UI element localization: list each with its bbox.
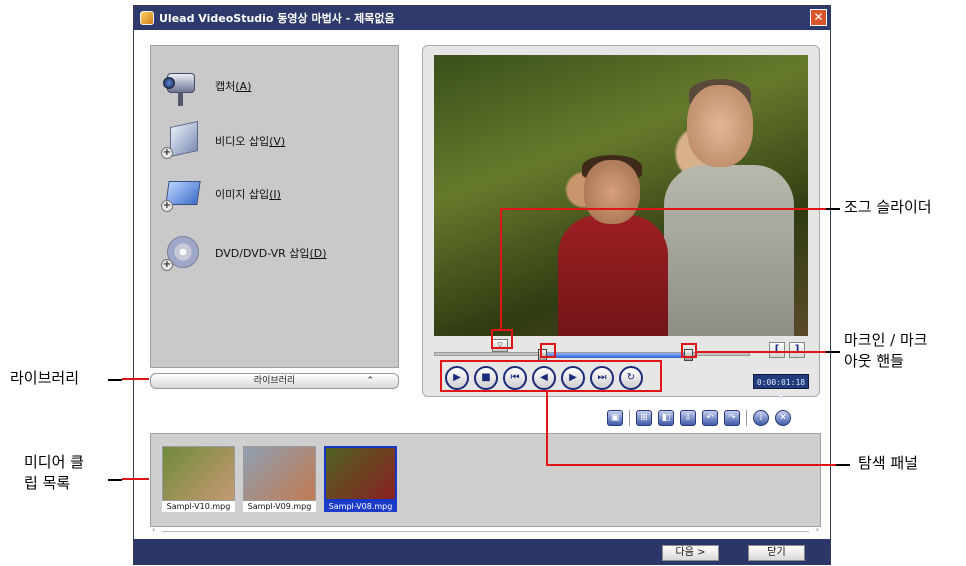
annotation-nav-panel: 탐색 패널 [858, 454, 918, 472]
annotation-line [500, 208, 828, 210]
annotation-mark-handles-line1: 마크인 / 마크 [844, 331, 928, 349]
close-button[interactable]: 닫기 [748, 545, 805, 561]
video-preview [434, 55, 808, 336]
insert-image-label: 이미지 삽입 [215, 188, 270, 201]
delete-icon[interactable]: ✕ [775, 410, 791, 426]
insert-dvd-menu-item[interactable]: + DVD/DVD-VR 삽입(D) [161, 231, 391, 275]
insert-dvd-icon: + [161, 232, 203, 274]
mark-out-highlight [681, 343, 697, 358]
clip-label: Sampl-V09.mpg [243, 501, 316, 512]
annotation-mark-handles: 마크인 / 마크 아웃 핸들 [844, 330, 928, 372]
title-bar: Ulead VideoStudio 동영상 마법사 - 제목없음 ✕ [134, 6, 830, 30]
annotation-leader [826, 208, 840, 210]
preview-panel: ▽ [ ] ▶ ■ ⏮ ◀ ▶ ⏭ ↻ 0:00:01:18 ♦ [422, 45, 820, 402]
navigation-panel-highlight [440, 360, 662, 392]
annotation-leader [108, 479, 122, 481]
export-icon[interactable]: ⇩ [680, 410, 696, 426]
insert-dvd-hotkey: (D) [309, 247, 327, 260]
insert-dvd-label: DVD/DVD-VR 삽입 [215, 247, 310, 260]
capture-insert-panel: 캡처(A) + 비디오 삽입(V) + 이미지 삽입(I) + DVD/DVD-… [150, 45, 399, 368]
insert-image-hotkey: (I) [269, 188, 281, 201]
scroll-right-icon[interactable]: › [816, 525, 819, 534]
timecode-display[interactable]: 0:00:01:18 ♦ [753, 374, 809, 402]
capture-label: 캡처 [215, 80, 236, 93]
insert-video-hotkey: (V) [269, 135, 286, 148]
camcorder-icon [161, 65, 203, 107]
insert-image-icon: + [161, 173, 203, 215]
insert-image-menu-item[interactable]: + 이미지 삽입(I) [161, 172, 391, 216]
annotation-line [122, 478, 149, 480]
trim-range-bar [543, 353, 688, 358]
annotation-leader [108, 379, 122, 381]
scroll-left-icon[interactable]: ‹ [152, 525, 155, 534]
library-toggle-button[interactable]: 라이브러리 ⌃ [150, 373, 399, 389]
annotation-media-clip-line2: 립 목록 [24, 474, 71, 492]
clip-thumbnail [243, 446, 316, 501]
annotation-jog-slider: 조그 슬라이더 [844, 198, 932, 216]
clip-thumbnail [324, 446, 397, 501]
annotation-library: 라이브러리 [10, 369, 80, 387]
insert-video-icon: + [161, 120, 203, 162]
clip-thumbnail [162, 446, 235, 501]
scroll-track[interactable] [162, 531, 809, 532]
annotation-media-clip-line1: 미디어 클 [24, 453, 84, 471]
annotation-line [546, 464, 838, 466]
library-button-label: 라이브러리 [253, 376, 296, 386]
wizard-window: Ulead VideoStudio 동영상 마법사 - 제목없음 ✕ 캡처(A)… [133, 5, 831, 565]
clip-list-scrollbar[interactable]: ‹ › [150, 525, 821, 535]
clip-item[interactable]: Sampl-V09.mpg [243, 446, 316, 512]
clip-toolbar: ▣ ⊞ ◧ ⇩ ↶ ↷ i ✕ [607, 409, 791, 427]
toolbar-divider [629, 410, 630, 426]
timecode-value: 0:00:01:18 [756, 378, 806, 387]
jog-slider-highlight [491, 329, 513, 349]
annotation-line [546, 392, 548, 466]
clip-label: Sampl-V08.mpg [324, 501, 397, 512]
timecode-stepper-icon[interactable]: ♦ [779, 393, 784, 402]
clip-item[interactable]: Sampl-V10.mpg [162, 446, 235, 512]
snapshot-icon[interactable]: ◧ [658, 410, 674, 426]
annotation-line [697, 351, 827, 353]
annotation-leader [826, 351, 840, 353]
window-title: Ulead VideoStudio 동영상 마법사 - 제목없음 [159, 12, 395, 25]
media-clip-list[interactable]: Sampl-V10.mpg Sampl-V09.mpg Sampl-V08.mp… [150, 433, 821, 527]
mark-out-button[interactable]: ] [789, 342, 805, 358]
wizard-footer: 다음 > 닫기 [134, 539, 830, 565]
annotation-mark-handles-line2: 아웃 핸들 [844, 352, 904, 370]
clip-label: Sampl-V10.mpg [162, 501, 235, 512]
toolbar-divider [746, 410, 747, 426]
rotate-right-icon[interactable]: ↷ [724, 410, 740, 426]
mark-in-highlight [540, 343, 556, 358]
split-icon[interactable]: ⊞ [636, 410, 652, 426]
annotation-media-clip-list: 미디어 클 립 목록 [24, 452, 84, 494]
close-window-button[interactable]: ✕ [810, 9, 827, 26]
collapse-arrow-icon: ⌃ [366, 376, 374, 386]
rotate-left-icon[interactable]: ↶ [702, 410, 718, 426]
annotation-line [122, 378, 149, 380]
clip-item-selected[interactable]: Sampl-V08.mpg [324, 446, 397, 512]
insert-video-menu-item[interactable]: + 비디오 삽입(V) [161, 119, 391, 163]
annotation-line [500, 209, 502, 329]
info-icon[interactable]: i [753, 410, 769, 426]
capture-hotkey: (A) [235, 80, 252, 93]
insert-video-label: 비디오 삽입 [215, 135, 270, 148]
next-button[interactable]: 다음 > [662, 545, 719, 561]
mark-in-button[interactable]: [ [769, 342, 785, 358]
capture-menu-item[interactable]: 캡처(A) [161, 64, 391, 108]
annotation-leader [836, 464, 850, 466]
capture-frame-icon[interactable]: ▣ [607, 410, 623, 426]
videostudio-app-icon [140, 11, 154, 25]
